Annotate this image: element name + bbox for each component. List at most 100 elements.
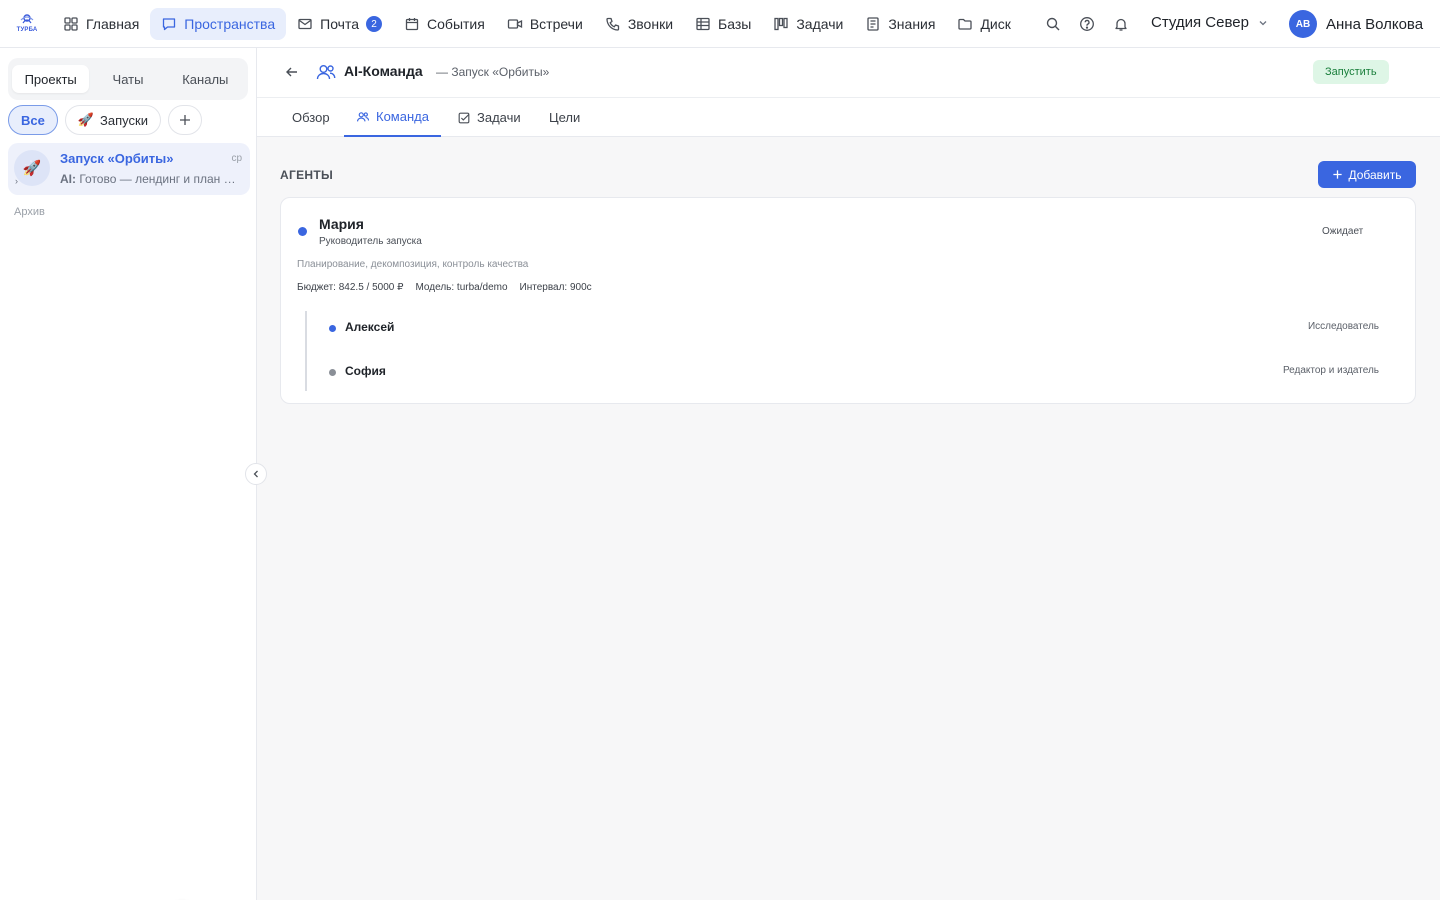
nav-item-tasks[interactable]: Задачи <box>762 8 854 40</box>
rocket-icon: 🚀 <box>77 112 95 127</box>
nav-item-label: Почта <box>320 16 360 32</box>
sub-agent-name: София <box>345 364 386 378</box>
filter-label: Запуски <box>100 112 148 128</box>
nav-item-label: События <box>427 16 485 32</box>
main-content: AI-Команда — Запуск «Орбиты» Запустить О… <box>257 48 1440 900</box>
main-nav: Главная Пространства Почта 2 События Вст… <box>52 8 1022 40</box>
grid-icon <box>64 17 78 31</box>
arrow-left-icon <box>286 67 297 77</box>
preview-text: Готово — лендинг и план … <box>79 172 236 186</box>
filter-launches[interactable]: 🚀 Запуски <box>64 105 161 135</box>
chevron-right-icon[interactable]: › <box>15 176 18 186</box>
checkbox-icon <box>458 112 470 123</box>
page-title: AI-Команда <box>344 63 423 79</box>
sub-agent-row[interactable]: Алексей Исследователь <box>329 319 1379 339</box>
archive-label[interactable]: Архив <box>14 206 45 218</box>
nav-item-spaces[interactable]: Пространства <box>150 8 287 40</box>
book-icon <box>867 17 879 31</box>
run-button[interactable]: Запустить <box>1313 60 1389 84</box>
user-name: Анна Волкова <box>1326 15 1424 33</box>
nav-item-home[interactable]: Главная <box>52 8 150 40</box>
nav-item-disk[interactable]: Диск <box>946 8 1021 40</box>
nav-item-calls[interactable]: Звонки <box>594 8 684 40</box>
phone-icon <box>606 17 619 31</box>
agent-name: Мария <box>319 216 364 232</box>
nav-item-events[interactable]: События <box>393 8 496 40</box>
segment-chats[interactable]: Чаты <box>89 65 166 93</box>
section-title: АГЕНТЫ <box>280 168 334 182</box>
mail-icon <box>298 18 312 30</box>
segment-projects[interactable]: Проекты <box>12 65 90 93</box>
agent-card[interactable]: Мария Руководитель запуска Ожидает Плани… <box>280 197 1416 404</box>
chevron-left-icon <box>253 470 258 478</box>
table-icon <box>696 17 710 31</box>
tab-overview[interactable]: Обзор <box>280 98 342 137</box>
nav-item-mail[interactable]: Почта 2 <box>286 8 393 40</box>
tab-tasks[interactable]: Задачи <box>445 98 533 137</box>
team-icon <box>357 111 370 121</box>
nav-item-databases[interactable]: Базы <box>684 8 762 40</box>
sidebar: Проекты Чаты Каналы Все 🚀 Запуски 🚀 › За… <box>0 48 257 900</box>
nav-item-label: Звонки <box>627 16 674 32</box>
filter-chips: Все 🚀 Запуски <box>8 105 202 135</box>
tab-label: Обзор <box>292 110 330 125</box>
chevron-down-icon <box>1259 20 1267 25</box>
kanban-icon <box>774 17 788 31</box>
tab-team[interactable]: Команда <box>344 98 441 137</box>
add-agent-label: Добавить <box>1348 167 1402 182</box>
bell-icon <box>1115 18 1127 31</box>
sub-agent-row[interactable]: София Редактор и издатель <box>329 363 1379 383</box>
unread-badge: 2 <box>366 16 383 32</box>
logo-icon <box>20 14 34 24</box>
user-menu[interactable]: АВ Анна Волкова <box>1289 10 1423 38</box>
status-dot <box>329 325 336 332</box>
nav-item-meetings[interactable]: Встречи <box>496 8 594 40</box>
help-button[interactable] <box>1077 14 1097 34</box>
logo[interactable]: ТУРБА <box>14 12 40 36</box>
add-agent-button[interactable]: Добавить <box>1318 161 1416 188</box>
status-dot <box>298 227 307 236</box>
project-preview: AI: Готово — лендинг и план … <box>60 172 242 186</box>
segment-channels[interactable]: Каналы <box>167 65 244 93</box>
agent-role: Руководитель запуска <box>319 236 422 247</box>
help-icon <box>1080 17 1094 31</box>
notifications-button[interactable] <box>1111 14 1131 34</box>
nav-item-label: Диск <box>980 16 1011 32</box>
agent-meta: Бюджет: 842.5 / 5000 ₽ Модель: turba/dem… <box>297 282 592 293</box>
top-bar: ТУРБА Главная Пространства Почта 2 Событ… <box>0 0 1440 48</box>
tab-bar: Обзор Команда Задачи Цели <box>257 98 1440 137</box>
project-item[interactable]: 🚀 › Запуск «Орбиты» ср AI: Готово — ленд… <box>8 143 250 195</box>
nav-item-label: Пространства <box>184 16 276 32</box>
calendar-icon <box>405 18 419 31</box>
status-dot <box>329 369 336 376</box>
nav-item-label: Задачи <box>796 16 844 32</box>
nav-item-knowledge[interactable]: Знания <box>854 8 946 40</box>
workspace-switcher[interactable]: Студия Север <box>1151 14 1269 31</box>
project-title: Запуск «Орбиты» <box>60 151 174 166</box>
chat-icon <box>163 18 176 31</box>
hierarchy-line <box>305 311 307 391</box>
plus-icon <box>1333 170 1343 179</box>
nav-item-label: Встречи <box>529 16 583 32</box>
filter-all[interactable]: Все <box>8 105 58 135</box>
tab-label: Команда <box>376 109 429 124</box>
tab-goals[interactable]: Цели <box>537 98 592 137</box>
back-button[interactable] <box>283 63 301 81</box>
project-time: ср <box>231 153 242 164</box>
tab-label: Задачи <box>477 110 521 125</box>
sub-agent-role: Исследователь <box>1307 321 1379 332</box>
search-button[interactable] <box>1043 14 1063 34</box>
nav-item-label: Базы <box>718 16 752 32</box>
agent-interval: Интервал: 900с <box>519 282 592 293</box>
plus-icon <box>179 115 190 125</box>
avatar: АВ <box>1289 10 1317 38</box>
tab-label: Цели <box>549 110 581 125</box>
preview-prefix: AI: <box>60 172 76 186</box>
page-subtitle: — Запуск «Орбиты» <box>436 65 550 79</box>
add-filter-button[interactable] <box>167 105 202 135</box>
collapse-sidebar-button[interactable] <box>245 463 267 485</box>
sub-agent-role: Редактор и издатель <box>1282 365 1379 376</box>
sidebar-segmented-control: Проекты Чаты Каналы <box>8 58 248 100</box>
agent-model: Модель: turba/demo <box>415 282 508 293</box>
folder-icon <box>958 18 973 30</box>
